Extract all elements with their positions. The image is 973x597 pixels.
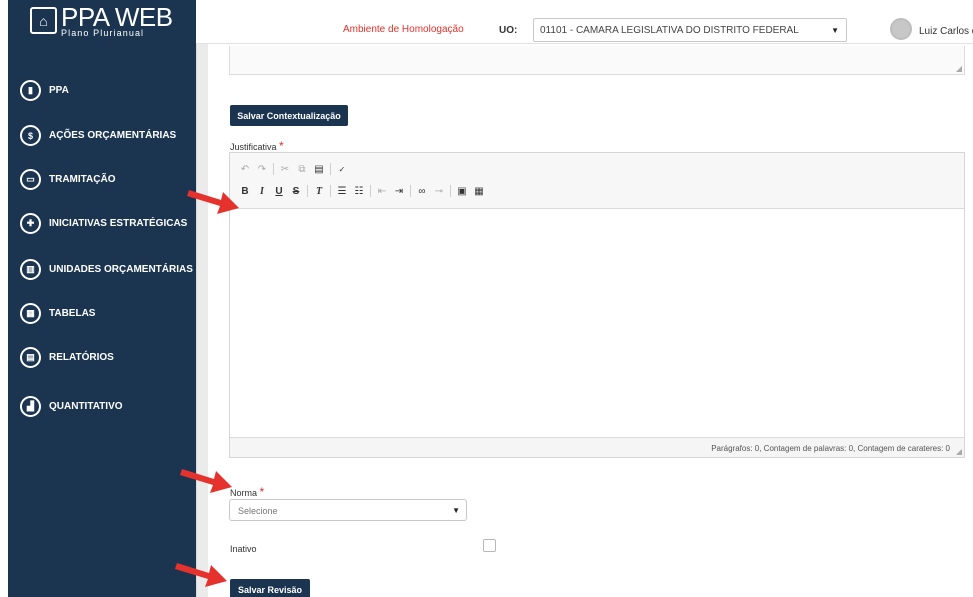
justificativa-editor: ↶ ↷ ✂ ⧉ ▤ ✓ B I U S T ☰ ☷ ⇤ ⇥ ∞ ⊸ ▣ ▦ Pa… bbox=[229, 152, 965, 458]
uo-label: UO: bbox=[499, 25, 518, 36]
unordered-list-icon[interactable]: ☷ bbox=[352, 184, 366, 198]
main-content: ◢ Salvar Contextualização Justificativa … bbox=[208, 44, 973, 597]
image-icon[interactable]: ▣ bbox=[455, 184, 469, 198]
copy-icon[interactable]: ⧉ bbox=[295, 162, 309, 176]
environment-label: Ambiente de Homologação bbox=[343, 24, 464, 35]
annotation-arrow-icon bbox=[175, 563, 227, 587]
ordered-list-icon[interactable]: ☰ bbox=[335, 184, 349, 198]
strikethrough-icon[interactable]: S bbox=[289, 184, 303, 198]
toolbar-separator bbox=[273, 163, 274, 175]
sidebar-item-relatorios[interactable]: ▤ RELATÓRIOS bbox=[20, 347, 114, 368]
toolbar-separator bbox=[370, 185, 371, 197]
logo-mark-icon: ⌂ bbox=[30, 7, 57, 34]
norma-label: Norma * bbox=[230, 485, 264, 499]
sidebar-item-label: INICIATIVAS ESTRATÉGICAS bbox=[49, 218, 188, 229]
app-logo[interactable]: ⌂ PPA WEB Plano Plurianual bbox=[30, 4, 173, 44]
redo-icon[interactable]: ↷ bbox=[255, 162, 269, 176]
spellcheck-icon[interactable]: ✓ bbox=[335, 162, 349, 176]
save-contextualizacao-button[interactable]: Salvar Contextualização bbox=[230, 105, 348, 126]
sidebar-item-label: RELATÓRIOS bbox=[49, 352, 114, 363]
chevron-down-icon: ▼ bbox=[831, 26, 839, 35]
uo-select-value: 01101 - CAMARA LEGISLATIVA DO DISTRITO F… bbox=[540, 25, 799, 36]
bank-icon: ▥ bbox=[20, 259, 41, 280]
toolbar-separator bbox=[450, 185, 451, 197]
sidebar-item-label: AÇÕES ORÇAMENTÁRIAS bbox=[49, 130, 177, 141]
book-icon: ▮ bbox=[20, 80, 41, 101]
underline-icon[interactable]: U bbox=[272, 184, 286, 198]
annotation-arrow-icon bbox=[180, 469, 232, 493]
sidebar-item-ppa[interactable]: ▮ PPA bbox=[20, 80, 69, 101]
norma-label-text: Norma bbox=[230, 488, 258, 498]
justificativa-label: Justificativa * bbox=[230, 139, 284, 153]
sidebar-item-acoes-orcamentarias[interactable]: $ AÇÕES ORÇAMENTÁRIAS bbox=[20, 125, 176, 146]
toolbar-separator bbox=[330, 185, 331, 197]
top-bar: Ambiente de Homologação UO: 01101 - CAMA… bbox=[196, 0, 973, 44]
norma-select[interactable]: Selecione ▼ bbox=[229, 499, 467, 521]
toolbar-separator bbox=[307, 185, 308, 197]
save-revisao-button[interactable]: Salvar Revisão bbox=[230, 579, 310, 597]
inativo-checkbox[interactable] bbox=[483, 539, 496, 552]
inativo-label: Inativo bbox=[230, 544, 257, 554]
indent-icon[interactable]: ⇥ bbox=[392, 184, 406, 198]
sidebar-item-label: QUANTITATIVO bbox=[49, 401, 123, 412]
cut-icon[interactable]: ✂ bbox=[278, 162, 292, 176]
annotation-arrow-icon bbox=[187, 190, 239, 214]
contextualizacao-textarea[interactable]: ◢ bbox=[229, 46, 965, 75]
required-mark: * bbox=[259, 485, 265, 499]
puzzle-icon: ✚ bbox=[20, 213, 41, 234]
uo-select[interactable]: 01101 - CAMARA LEGISLATIVA DO DISTRITO F… bbox=[533, 18, 847, 42]
chevron-down-icon: ▼ bbox=[452, 506, 460, 515]
norma-select-value: Selecione bbox=[238, 506, 278, 516]
dollar-icon: $ bbox=[20, 125, 41, 146]
table-icon[interactable]: ▦ bbox=[472, 184, 486, 198]
outdent-icon[interactable]: ⇤ bbox=[375, 184, 389, 198]
table-icon: ▦ bbox=[20, 303, 41, 324]
sidebar-item-label: TABELAS bbox=[49, 308, 96, 319]
sidebar-item-unidades-orcamentarias[interactable]: ▥ UNIDADES ORÇAMENTÁRIAS bbox=[20, 259, 193, 280]
toolbar-separator bbox=[330, 163, 331, 175]
sidebar-item-iniciativas-estrategicas[interactable]: ✚ INICIATIVAS ESTRATÉGICAS bbox=[20, 213, 187, 234]
user-name[interactable]: Luiz Carlos de bbox=[919, 26, 973, 37]
app-window: ⌂ PPA WEB Plano Plurianual ▮ PPA $ AÇÕES… bbox=[0, 0, 973, 597]
inbox-icon: ▭ bbox=[20, 169, 41, 190]
sidebar-item-tabelas[interactable]: ▦ TABELAS bbox=[20, 303, 95, 324]
toolbar-separator bbox=[410, 185, 411, 197]
sidebar: ⌂ PPA WEB Plano Plurianual ▮ PPA $ AÇÕES… bbox=[8, 0, 196, 597]
document-icon: ▤ bbox=[20, 347, 41, 368]
italic-icon[interactable]: I bbox=[255, 184, 269, 198]
sidebar-item-quantitativo[interactable]: ▟ QUANTITATIVO bbox=[20, 396, 123, 417]
paste-icon[interactable]: ▤ bbox=[312, 162, 326, 176]
sidebar-item-label: PPA bbox=[49, 85, 69, 96]
editor-word-count: Parágrafos: 0, Contagem de palavras: 0, … bbox=[711, 444, 950, 453]
editor-status-bar: Parágrafos: 0, Contagem de palavras: 0, … bbox=[230, 437, 964, 457]
undo-icon[interactable]: ↶ bbox=[238, 162, 252, 176]
editor-toolbar: ↶ ↷ ✂ ⧉ ▤ ✓ B I U S T ☰ ☷ ⇤ ⇥ ∞ ⊸ ▣ ▦ bbox=[230, 153, 964, 209]
avatar[interactable] bbox=[890, 18, 912, 40]
resize-handle-icon[interactable]: ◢ bbox=[956, 447, 962, 456]
sidebar-item-label: TRAMITAÇÃO bbox=[49, 174, 116, 185]
sidebar-item-label: UNIDADES ORÇAMENTÁRIAS bbox=[49, 264, 193, 275]
editor-content-area[interactable] bbox=[230, 209, 964, 437]
sidebar-item-tramitacao[interactable]: ▭ TRAMITAÇÃO bbox=[20, 169, 115, 190]
required-mark: * bbox=[279, 139, 284, 153]
bar-chart-icon: ▟ bbox=[20, 396, 41, 417]
unlink-icon[interactable]: ⊸ bbox=[432, 184, 446, 198]
justificativa-label-text: Justificativa bbox=[230, 142, 277, 152]
resize-handle-icon[interactable]: ◢ bbox=[956, 64, 962, 73]
content-gutter bbox=[196, 0, 208, 597]
app-title: PPA WEB bbox=[61, 2, 173, 32]
link-icon[interactable]: ∞ bbox=[415, 184, 429, 198]
clear-format-icon[interactable]: T bbox=[312, 184, 326, 198]
